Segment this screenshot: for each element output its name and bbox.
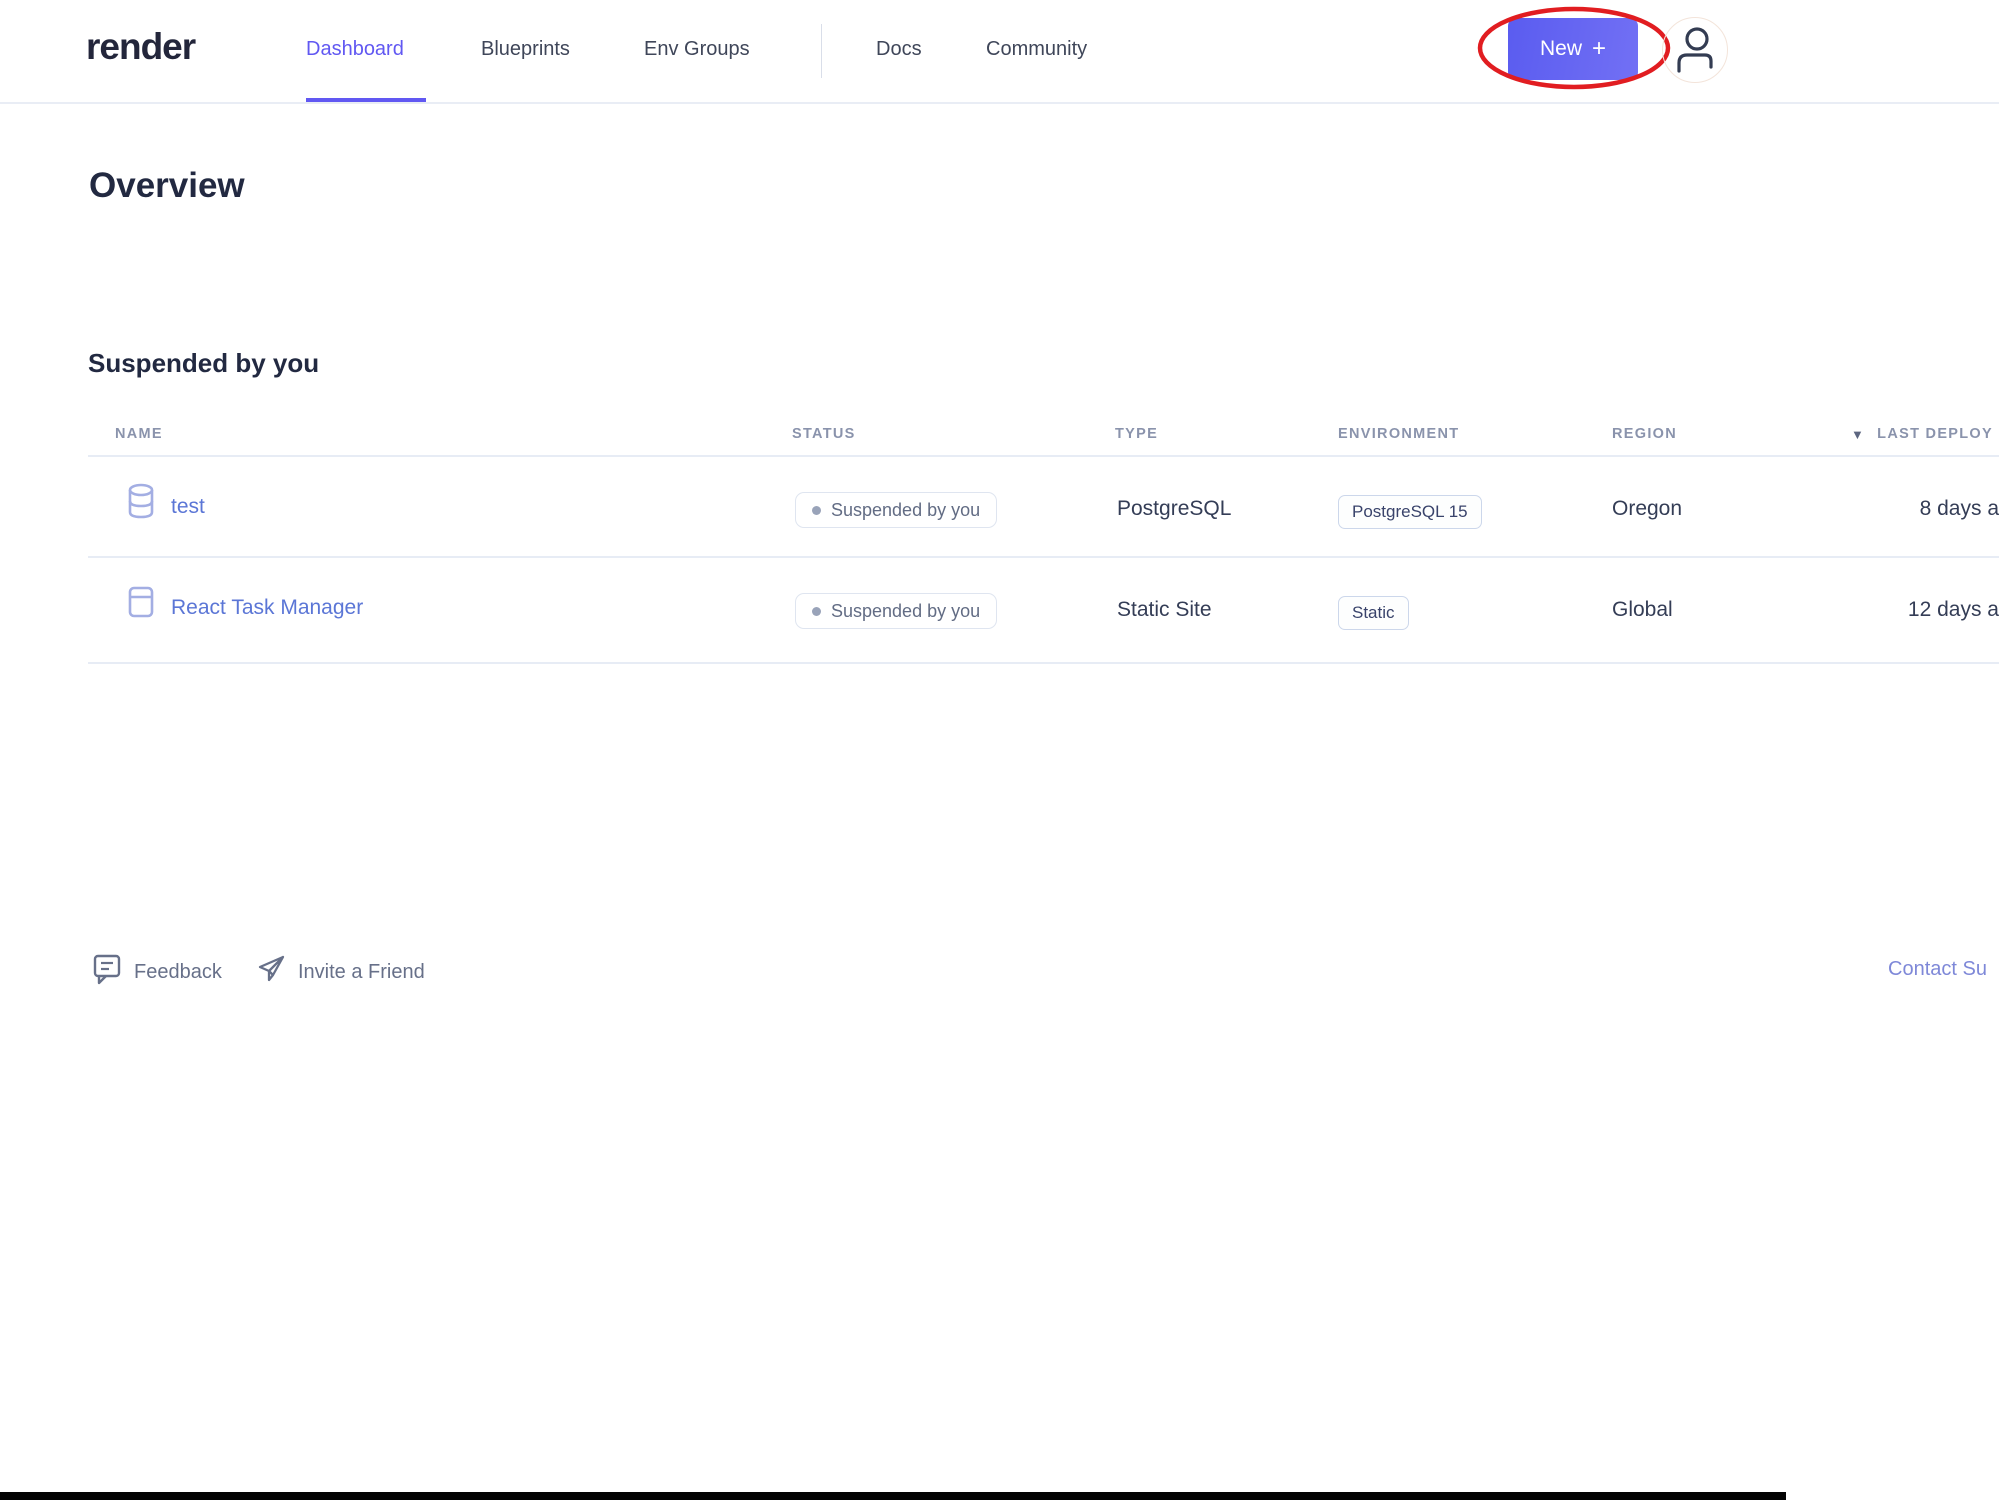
status-badge: Suspended by you bbox=[795, 492, 997, 528]
region-cell: Oregon bbox=[1612, 497, 1682, 521]
static-site-icon bbox=[126, 584, 156, 625]
section-title: Suspended by you bbox=[88, 348, 319, 379]
service-name-link[interactable]: test bbox=[171, 495, 205, 519]
last-deploy-cell: 8 days a bbox=[1920, 497, 1999, 521]
database-icon bbox=[126, 483, 156, 524]
nav-item-blueprints[interactable]: Blueprints bbox=[481, 38, 570, 61]
paper-plane-icon bbox=[256, 953, 286, 991]
table-bottom-divider bbox=[88, 662, 1999, 664]
environment-label: Static bbox=[1352, 603, 1395, 623]
window-edge-bar bbox=[0, 1492, 1786, 1500]
feedback-label: Feedback bbox=[134, 961, 222, 984]
column-header-name[interactable]: NAME bbox=[115, 426, 163, 442]
active-tab-underline bbox=[306, 98, 426, 102]
plus-icon: + bbox=[1592, 35, 1606, 63]
nav-item-docs[interactable]: Docs bbox=[876, 38, 922, 61]
last-deploy-cell: 12 days a bbox=[1908, 598, 1999, 622]
environment-badge: PostgreSQL 15 bbox=[1338, 495, 1482, 529]
status-badge: Suspended by you bbox=[795, 593, 997, 629]
column-header-environment[interactable]: ENVIRONMENT bbox=[1338, 426, 1459, 442]
environment-badge: Static bbox=[1338, 596, 1409, 630]
new-button[interactable]: New + bbox=[1508, 18, 1638, 80]
status-dot bbox=[812, 506, 821, 515]
status-label: Suspended by you bbox=[831, 500, 980, 521]
nav-item-dashboard[interactable]: Dashboard bbox=[306, 38, 404, 61]
status-label: Suspended by you bbox=[831, 601, 980, 622]
render-dashboard-screen: render Dashboard Blueprints Env Groups D… bbox=[0, 0, 1999, 1500]
type-cell: PostgreSQL bbox=[1117, 497, 1231, 521]
column-header-last-deploy[interactable]: ▼ LAST DEPLOY bbox=[1851, 426, 1993, 442]
nav-item-env-groups[interactable]: Env Groups bbox=[644, 38, 750, 61]
feedback-link[interactable]: Feedback bbox=[92, 953, 222, 991]
column-header-last-deploy-label: LAST DEPLOY bbox=[1877, 426, 1993, 442]
feedback-icon bbox=[92, 953, 122, 991]
invite-friend-label: Invite a Friend bbox=[298, 961, 425, 984]
page-title: Overview bbox=[89, 166, 245, 206]
contact-support-link[interactable]: Contact Su bbox=[1888, 958, 1987, 981]
column-header-type[interactable]: TYPE bbox=[1115, 426, 1158, 442]
environment-label: PostgreSQL 15 bbox=[1352, 502, 1468, 522]
type-cell: Static Site bbox=[1117, 598, 1212, 622]
top-navigation-bar: render Dashboard Blueprints Env Groups D… bbox=[0, 0, 1999, 104]
status-dot bbox=[812, 607, 821, 616]
user-avatar-icon[interactable] bbox=[1676, 25, 1714, 80]
table-row[interactable]: test Suspended by you PostgreSQL Postgre… bbox=[88, 457, 1999, 557]
table-row[interactable]: React Task Manager Suspended by you Stat… bbox=[88, 558, 1999, 658]
render-logo[interactable]: render bbox=[86, 26, 195, 68]
sort-descending-icon: ▼ bbox=[1851, 427, 1865, 442]
column-header-region[interactable]: REGION bbox=[1612, 426, 1677, 442]
service-name-link[interactable]: React Task Manager bbox=[171, 596, 363, 620]
region-cell: Global bbox=[1612, 598, 1673, 622]
nav-divider bbox=[821, 24, 822, 78]
column-header-status[interactable]: STATUS bbox=[792, 426, 856, 442]
new-button-label: New bbox=[1540, 37, 1582, 61]
invite-friend-link[interactable]: Invite a Friend bbox=[256, 953, 425, 991]
nav-item-community[interactable]: Community bbox=[986, 38, 1087, 61]
